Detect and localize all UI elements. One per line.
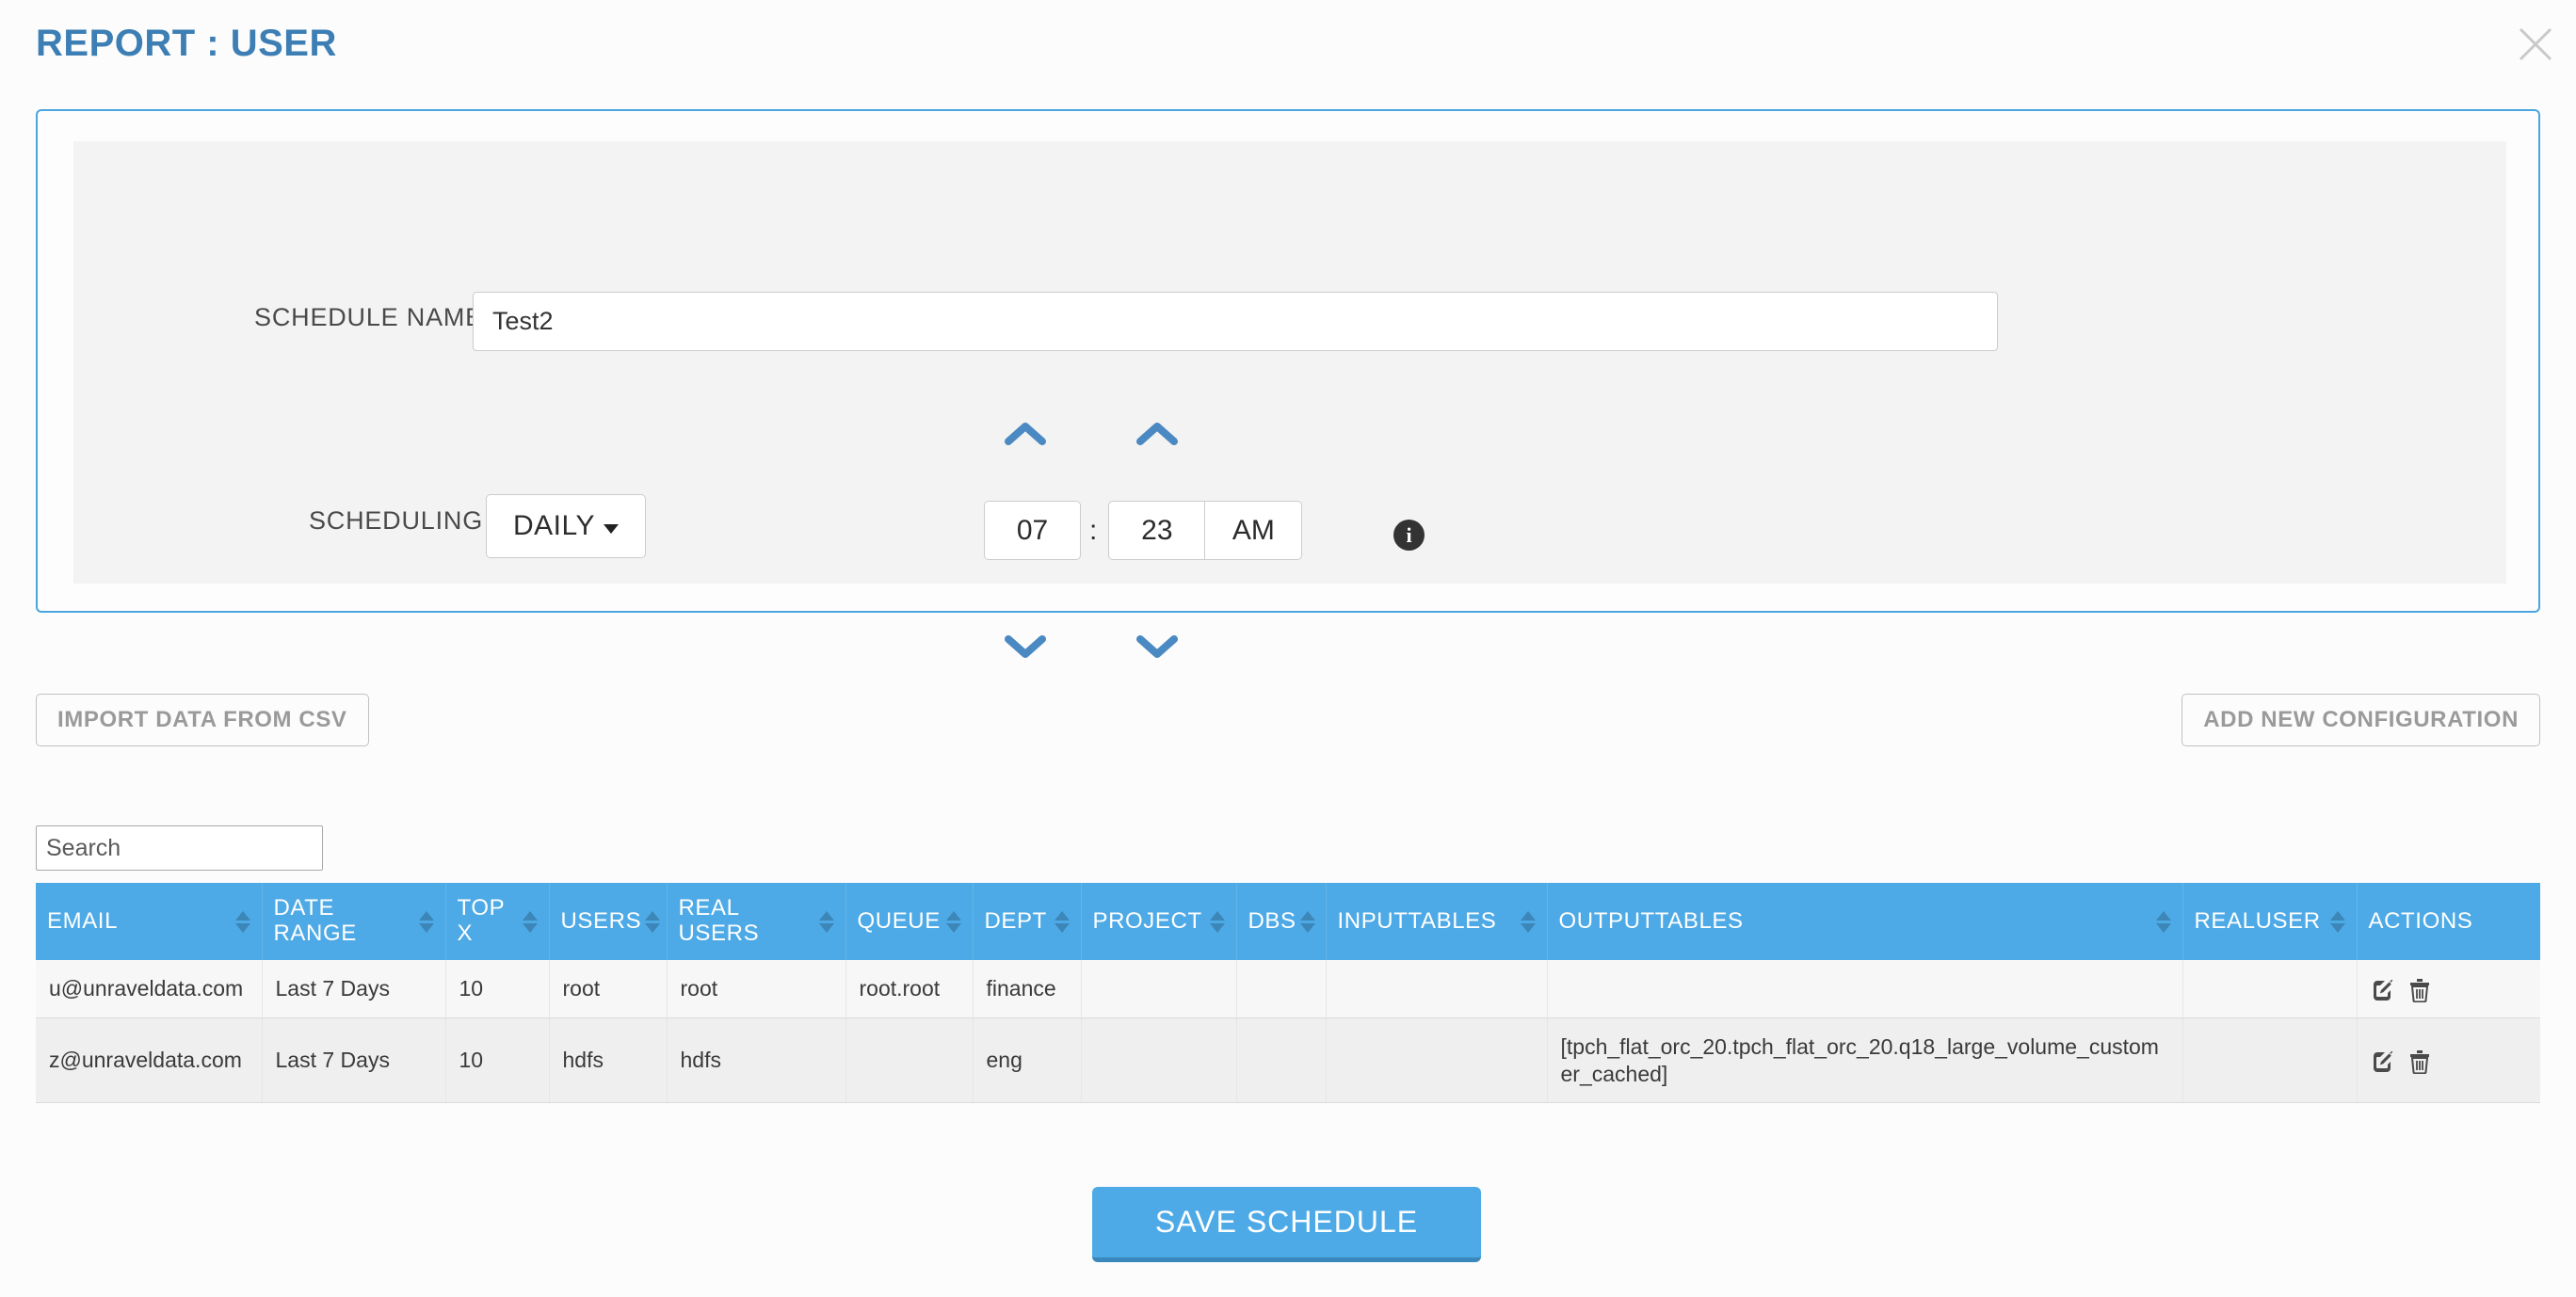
frequency-value: DAILY [513, 510, 595, 541]
column-header-label: PROJECT [1092, 907, 1202, 934]
cell-top-x: 10 [445, 1017, 550, 1104]
time-separator: : [1089, 514, 1098, 546]
cell-project [1081, 1017, 1237, 1104]
column-header-label: OUTPUTTABLES [1558, 907, 1744, 934]
scheduling-label: SCHEDULING [308, 506, 483, 535]
import-csv-button[interactable]: IMPORT DATA FROM CSV [36, 694, 369, 746]
cell-real-users: root [667, 960, 846, 1018]
table-row: z@unraveldata.com Last 7 Days 10 hdfs hdfs en… [36, 1017, 2540, 1104]
minute-decrement-button[interactable] [1128, 627, 1186, 666]
column-header-label: DBS [1248, 907, 1296, 934]
schedule-panel: SCHEDULE NAME SCHEDULING DAILY 07 : 23 [36, 109, 2540, 658]
minute-increment-button[interactable] [1128, 414, 1186, 454]
cell-dbs [1236, 960, 1327, 1018]
add-new-configuration-button[interactable]: ADD NEW CONFIGURATION [2182, 694, 2540, 746]
sort-arrows-icon[interactable] [2329, 910, 2345, 933]
column-header-email[interactable]: EMAIL [36, 883, 263, 960]
sort-arrows-icon[interactable] [418, 910, 434, 933]
meridiem-field[interactable]: AM [1205, 501, 1303, 560]
info-icon[interactable]: i [1393, 520, 1425, 551]
cell-real-users: hdfs [667, 1017, 846, 1104]
column-header-label: ACTIONS [2368, 907, 2473, 934]
report-user-modal: REPORT : USER SCHEDULE NAME SCHEDULING D… [0, 0, 2576, 1297]
sort-arrows-icon[interactable] [522, 910, 538, 933]
hour-increment-button[interactable] [996, 414, 1055, 454]
column-header-users[interactable]: USERS [549, 883, 668, 960]
minute-field[interactable]: 23 [1108, 501, 1206, 560]
frequency-dropdown[interactable]: DAILY [486, 494, 646, 558]
page-title: REPORT : USER [36, 23, 337, 64]
sort-arrows-icon[interactable] [1299, 910, 1315, 933]
cell-realuser [2182, 1017, 2358, 1104]
column-header-label: QUEUE [857, 907, 941, 934]
sort-arrows-icon[interactable] [2155, 910, 2171, 933]
time-value-group: 07 : 23 AM [984, 501, 1303, 560]
sort-arrows-icon[interactable] [1209, 910, 1225, 933]
column-header-label: DATE RANGE [273, 895, 357, 946]
table-row: u@unraveldata.com Last 7 Days 10 root root ro… [36, 960, 2540, 1018]
column-header-label: DEPT [984, 907, 1047, 934]
cell-dept: finance [973, 960, 1082, 1018]
column-header-label: EMAIL [47, 907, 119, 934]
cell-outputtables: [tpch_flat_orc_20.tpch_flat_orc_20.q18_l… [1547, 1017, 2183, 1104]
edit-icon[interactable] [2371, 978, 2395, 1002]
hour-field[interactable]: 07 [984, 501, 1081, 560]
column-header-label: TOP X [457, 895, 505, 946]
schedule-panel-inner: SCHEDULE NAME SCHEDULING DAILY 07 : 23 [73, 141, 2506, 658]
cell-queue: root.root [845, 960, 974, 1018]
delete-icon[interactable] [2408, 978, 2431, 1002]
cell-dbs [1236, 1017, 1327, 1104]
column-header-label: INPUTTABLES [1337, 907, 1497, 934]
column-header-label: REALUSER [2194, 907, 2321, 934]
cell-dept: eng [973, 1017, 1082, 1104]
cell-inputtables [1326, 960, 1548, 1018]
cell-date-range: Last 7 Days [262, 1017, 446, 1104]
search-input[interactable] [36, 825, 323, 871]
table-body: u@unraveldata.com Last 7 Days 10 root root ro… [36, 960, 2540, 1104]
chevron-down-icon [603, 524, 619, 534]
cell-realuser [2182, 960, 2358, 1018]
column-header-outputtables[interactable]: OUTPUTTABLES [1547, 883, 2183, 960]
column-header-actions: ACTIONS [2357, 883, 2540, 960]
cell-top-x: 10 [445, 960, 550, 1018]
cell-inputtables [1326, 1017, 1548, 1104]
sort-arrows-icon[interactable] [818, 910, 834, 933]
column-header-realuser[interactable]: REALUSER [2182, 883, 2358, 960]
cell-date-range: Last 7 Days [262, 960, 446, 1018]
cell-outputtables [1547, 960, 2183, 1018]
sort-arrows-icon[interactable] [1520, 910, 1536, 933]
cell-users: root [549, 960, 668, 1018]
column-header-label: REAL USERS [678, 895, 760, 946]
sort-arrows-icon[interactable] [1054, 910, 1070, 933]
column-header-label: USERS [560, 907, 642, 934]
save-schedule-button[interactable]: SAVE SCHEDULE [1092, 1187, 1481, 1262]
column-header-date-range[interactable]: DATE RANGE [262, 883, 446, 960]
hour-decrement-button[interactable] [996, 627, 1055, 666]
sort-arrows-icon[interactable] [645, 910, 661, 933]
cell-queue [845, 1017, 974, 1104]
column-header-project[interactable]: PROJECT [1081, 883, 1237, 960]
column-header-top-x[interactable]: TOP X [445, 883, 550, 960]
sort-arrows-icon[interactable] [234, 910, 250, 933]
cell-project [1081, 960, 1237, 1018]
edit-icon[interactable] [2371, 1049, 2395, 1074]
cell-actions [2357, 960, 2540, 1018]
sort-arrows-icon[interactable] [945, 910, 961, 933]
column-header-real-users[interactable]: REAL USERS [667, 883, 846, 960]
cell-users: hdfs [549, 1017, 668, 1104]
cell-email: z@unraveldata.com [36, 1017, 263, 1104]
column-header-queue[interactable]: QUEUE [845, 883, 974, 960]
cell-actions [2357, 1017, 2540, 1104]
schedule-name-input[interactable] [473, 292, 1998, 351]
configurations-table: EMAIL DATE RANGE TOP X USERS REAL USERS QUEUE… [36, 883, 2540, 1130]
delete-icon[interactable] [2408, 1049, 2431, 1075]
column-header-dept[interactable]: DEPT [973, 883, 1082, 960]
column-header-dbs[interactable]: DBS [1236, 883, 1327, 960]
cell-email: u@unraveldata.com [36, 960, 263, 1018]
time-picker: 07 : 23 AM [984, 405, 1373, 687]
schedule-name-label: SCHEDULE NAME [254, 303, 483, 331]
column-header-inputtables[interactable]: INPUTTABLES [1326, 883, 1548, 960]
close-icon[interactable] [2508, 17, 2563, 72]
table-header-row: EMAIL DATE RANGE TOP X USERS REAL USERS QUEUE… [36, 883, 2540, 960]
